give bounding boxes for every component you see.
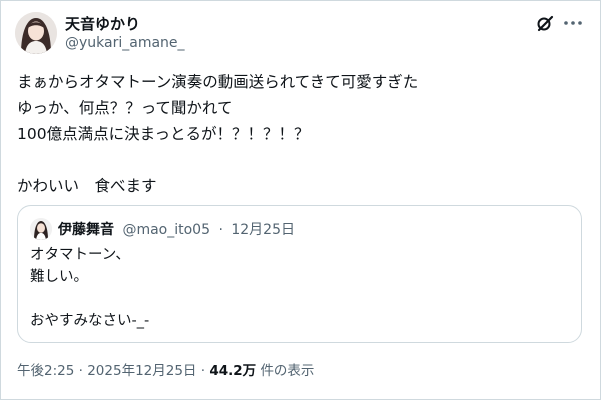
post-time[interactable]: 午後2:25	[17, 363, 74, 379]
view-count: 44.2万	[209, 363, 257, 379]
footer-separator: ·	[78, 363, 83, 379]
quote-author-name[interactable]: 伊藤舞音	[58, 222, 114, 238]
grok-icon[interactable]	[536, 14, 554, 32]
author-name[interactable]: 天音ゆかり	[65, 13, 140, 34]
view-count-label: 件の表示	[260, 363, 315, 379]
quote-header: 伊藤舞音 @mao_ito05 · 12月25日	[58, 219, 295, 239]
post-footer: 午後2:25 · 2025年12月25日 · 44.2万 件の表示	[17, 359, 314, 379]
post-date[interactable]: 2025年12月25日	[87, 363, 196, 379]
author-avatar[interactable]	[15, 12, 57, 54]
quote-avatar[interactable]	[30, 218, 52, 240]
quote-avatar-image	[30, 218, 52, 240]
post-card: 天音ゆかり @yukari_amane_ まぁからオタマトーン演奏の動画送られて…	[0, 0, 601, 400]
post-text: まぁからオタマトーン演奏の動画送られてきて可愛すぎた ゆっか、何点？？って聞かれ…	[17, 73, 419, 195]
quote-author-handle[interactable]: @mao_ito05	[122, 222, 210, 238]
quoted-post[interactable]: 伊藤舞音 @mao_ito05 · 12月25日 オタマトーン、 難しい。 おや…	[17, 205, 582, 343]
quote-date[interactable]: 12月25日	[231, 222, 295, 238]
more-icon[interactable]	[563, 14, 583, 32]
footer-separator: ·	[200, 363, 206, 379]
quote-text: オタマトーン、 難しい。 おやすみなさい-_-	[30, 247, 150, 329]
author-handle[interactable]: @yukari_amane_	[65, 35, 185, 51]
quote-separator: ·	[218, 222, 223, 238]
avatar-image	[15, 12, 57, 54]
